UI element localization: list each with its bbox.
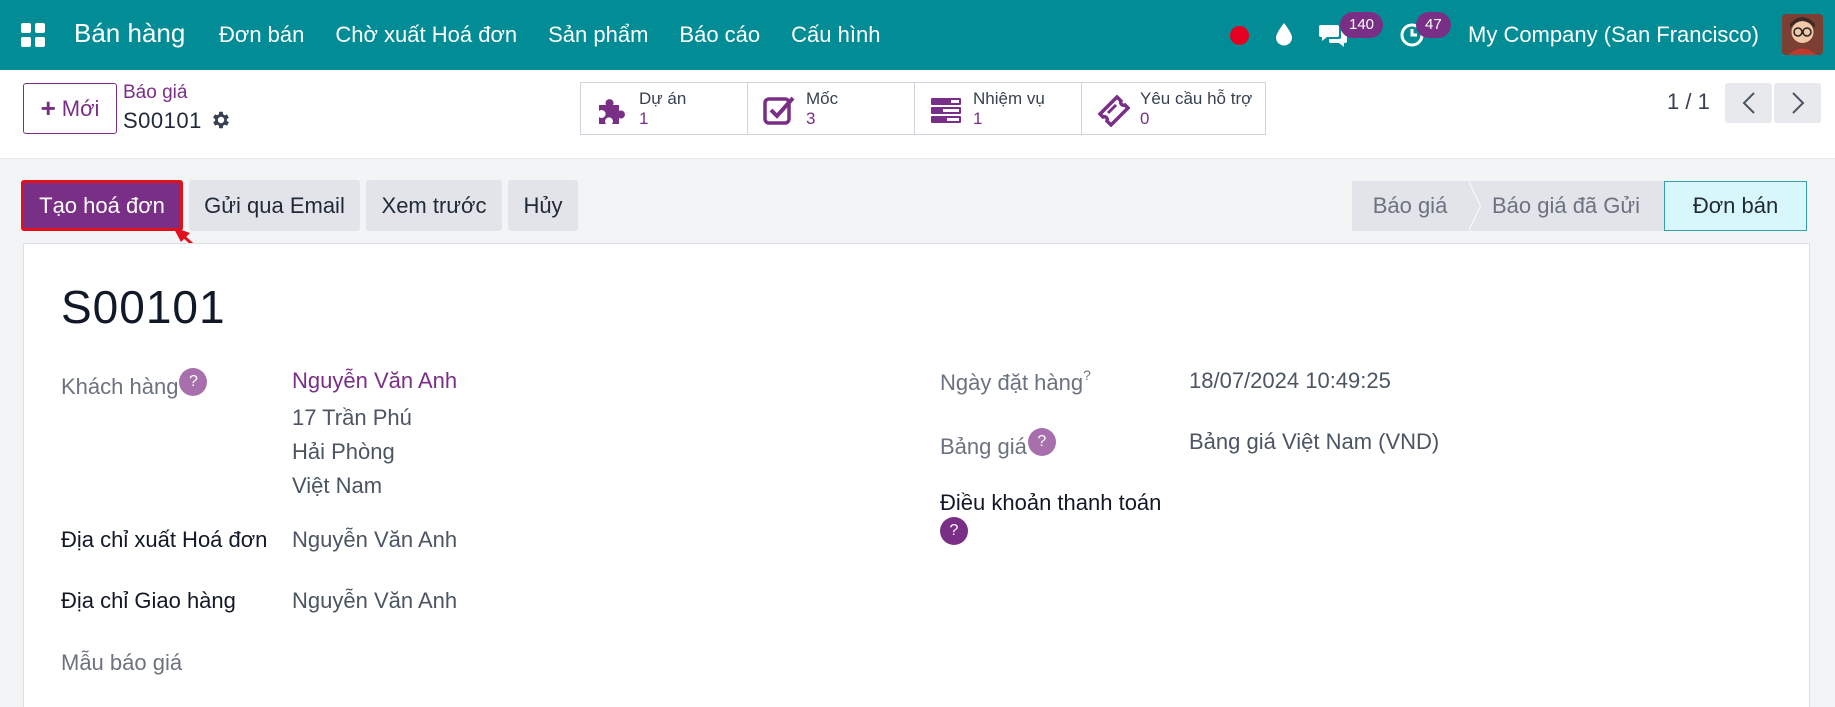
stage-quotation-sent[interactable]: Báo giá đã Gửi [1468,181,1664,231]
customer-address-line: Việt Nam [292,473,383,498]
stage-label: Báo giá [1372,193,1448,218]
pricelist-label: Bảng giá? [940,428,1056,460]
action-bar: Tạo hoá đơn Gửi qua Email Xem trước Hủy [21,180,584,231]
messages-count-badge: 140 [1340,12,1384,38]
customer-address-line: 17 Trần Phú [292,405,412,430]
new-button-label: Mới [61,95,100,121]
menu-item-products[interactable]: Sản phẩm [548,22,648,48]
breadcrumb-parent[interactable]: Báo giá [123,82,187,104]
stage-quotation[interactable]: Báo giá [1352,181,1481,231]
company-switcher[interactable]: My Company (San Francisco) [1468,22,1759,48]
delivery-address-label: Địa chỉ Giao hàng [61,588,236,613]
main-menu: Đơn bán Chờ xuất Hoá đơn Sản phẩm Báo cá… [219,22,911,48]
control-panel: + Mới Báo giá S00101 Dự án 1 Mốc 3 Nhiệm… [0,70,1835,159]
puzzle-icon [595,93,629,127]
order-date-field[interactable]: 18/07/2024 10:49:25 [1189,368,1391,394]
payment-terms-help: ? [940,515,968,545]
smart-button-label: Mốc [806,89,839,108]
smart-button-value: 3 [806,109,816,128]
smart-button-helpdesk[interactable]: Yêu cầu hỗ trợ 0 [1081,82,1266,135]
smart-buttons: Dự án 1 Mốc 3 Nhiệm vụ 1 Yêu cầu hỗ trợ … [580,82,1266,135]
top-navbar: Bán hàng Đơn bán Chờ xuất Hoá đơn Sản ph… [0,0,1835,70]
order-date-label: Ngày đặt hàng? [940,367,1091,396]
order-date-label-text: Ngày đặt hàng [940,370,1084,395]
stage-sales-order[interactable]: Đơn bán [1664,181,1807,231]
menu-item-orders[interactable]: Đơn bán [219,22,304,48]
preview-button[interactable]: Xem trước [366,180,502,231]
smart-button-tasks[interactable]: Nhiệm vụ 1 [914,82,1082,135]
chevron-right-icon [1791,92,1804,114]
pager-next-button[interactable] [1774,83,1821,123]
customer-field[interactable]: Nguyễn Văn Anh [292,368,457,394]
smart-button-label: Nhiệm vụ [973,89,1045,108]
tasks-icon [929,93,963,127]
smart-button-value: 1 [973,109,983,128]
gear-icon[interactable] [210,109,232,136]
invoice-address-field[interactable]: Nguyễn Văn Anh [292,527,457,553]
send-email-button[interactable]: Gửi qua Email [189,180,360,231]
activities-count-badge: 47 [1416,12,1451,38]
pricelist-label-text: Bảng giá [940,434,1027,459]
smart-button-label: Yêu cầu hỗ trợ [1140,89,1253,108]
form-sheet: S00101 Khách hàng? Nguyễn Văn Anh 17 Trầ… [23,243,1810,707]
app-title[interactable]: Bán hàng [74,18,185,49]
customer-address-line: Hải Phòng [292,439,395,464]
help-icon[interactable]: ? [940,517,968,545]
invoice-address-label: Địa chỉ xuất Hoá đơn [61,527,268,552]
quote-template-label: Mẫu báo giá [61,650,183,675]
payment-terms-label: Điều khoản thanh toán [940,490,1162,515]
menu-item-configuration[interactable]: Cấu hình [791,22,880,48]
pager-previous-button[interactable] [1725,83,1772,123]
smart-button-projects[interactable]: Dự án 1 [580,82,748,135]
pager-value[interactable]: 1 / 1 [1667,89,1710,115]
delivery-address-field[interactable]: Nguyễn Văn Anh [292,588,457,614]
check-square-icon [762,93,796,127]
menu-item-reporting[interactable]: Báo cáo [679,22,760,48]
recording-indicator-icon[interactable] [1230,26,1249,45]
chevron-left-icon [1742,92,1755,114]
ticket-icon [1096,93,1131,128]
water-drop-icon[interactable] [1275,22,1293,51]
apps-menu-icon[interactable] [21,23,45,47]
smart-button-value: 1 [639,109,649,128]
user-avatar[interactable] [1782,14,1823,55]
help-icon[interactable]: ? [179,368,208,396]
create-invoice-button[interactable]: Tạo hoá đơn [21,180,183,231]
menu-item-to-invoice[interactable]: Chờ xuất Hoá đơn [335,22,517,48]
page-title: S00101 [61,281,226,333]
cancel-button[interactable]: Hủy [508,180,578,231]
stage-label: Đơn bán [1692,193,1779,218]
customer-label-text: Khách hàng [61,374,179,399]
breadcrumb-current: S00101 [123,108,202,133]
help-icon[interactable]: ? [1027,428,1056,456]
new-button[interactable]: + Mới [23,83,117,134]
customer-label: Khách hàng? [61,368,208,400]
pricelist-field[interactable]: Bảng giá Việt Nam (VND) [1189,429,1439,455]
smart-button-milestones[interactable]: Mốc 3 [747,82,915,135]
plus-icon: + [40,93,56,123]
smart-button-label: Dự án [639,89,687,108]
status-bar: Báo giá Báo giá đã Gửi Đơn bán [1352,181,1807,231]
stage-label: Báo giá đã Gửi [1491,193,1641,218]
help-icon[interactable]: ? [1083,367,1091,383]
smart-button-value: 0 [1140,109,1150,128]
